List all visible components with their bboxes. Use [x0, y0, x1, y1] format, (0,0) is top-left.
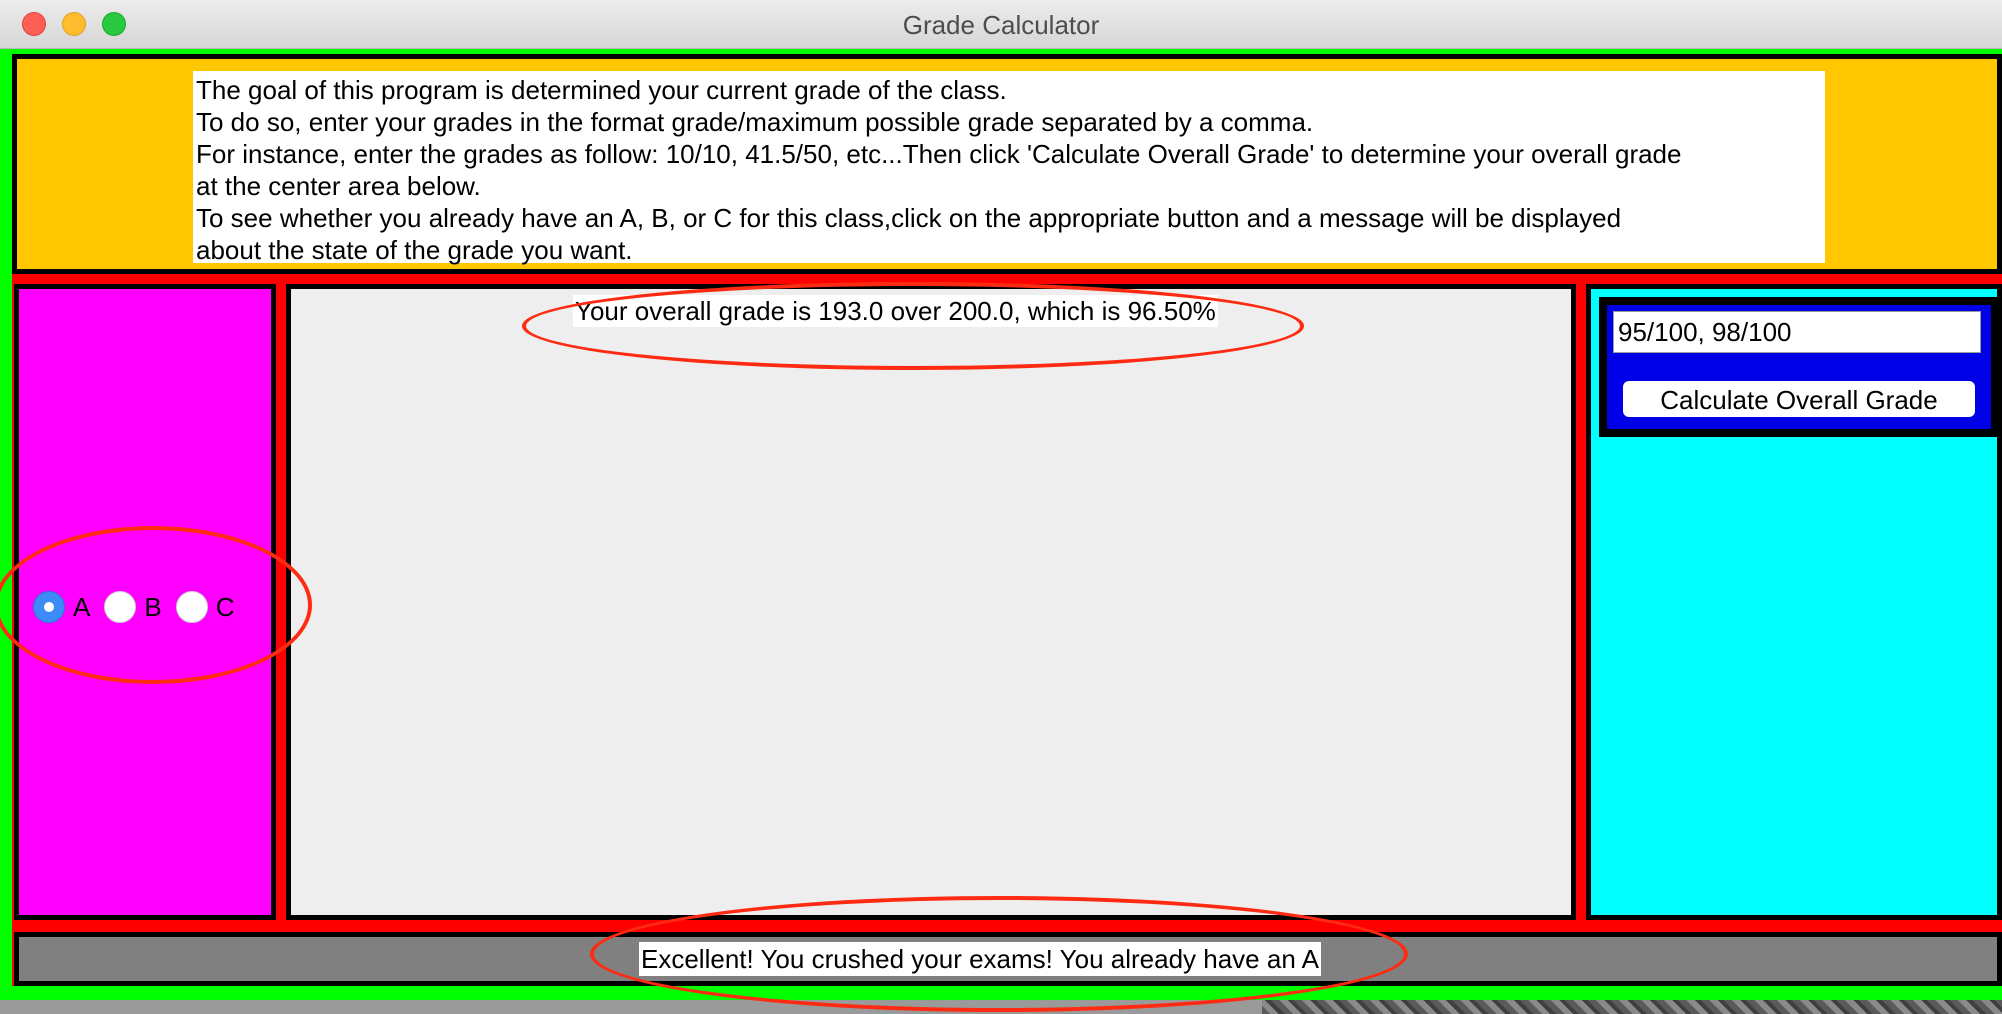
middle-section: A B C Your overall grade is 193.0 over 2…	[12, 274, 2002, 926]
input-panel-frame: Calculate Overall Grade	[1576, 284, 2002, 920]
status-bar: Excellent! You crushed your exams! You a…	[14, 932, 2002, 986]
window-title: Grade Calculator	[902, 10, 1100, 40]
grade-entry-box: Calculate Overall Grade	[1599, 297, 1999, 437]
instruction-line: about the state of the grade you want.	[196, 235, 633, 265]
radio-c[interactable]	[175, 591, 208, 623]
calculate-overall-grade-button[interactable]: Calculate Overall Grade	[1623, 381, 1975, 417]
grade-option-a[interactable]: A	[33, 591, 90, 623]
radio-b-label: B	[144, 591, 162, 622]
grade-option-b[interactable]: B	[104, 591, 162, 623]
instructions-text-area: The goal of this program is determined y…	[193, 71, 1825, 265]
grade-option-c[interactable]: C	[175, 591, 235, 623]
overall-grade-result: Your overall grade is 193.0 over 200.0, …	[573, 295, 1218, 327]
radio-b[interactable]	[104, 591, 137, 623]
instructions-panel: The goal of this program is determined y…	[12, 54, 2002, 274]
radio-a-label: A	[73, 591, 91, 622]
title-bar[interactable]: Grade Calculator	[0, 0, 2002, 49]
radio-c-label: C	[215, 591, 235, 622]
grade-options-panel: A B C	[14, 284, 276, 920]
result-panel: Your overall grade is 193.0 over 200.0, …	[286, 284, 1576, 920]
instruction-line: The goal of this program is determined y…	[196, 75, 1007, 105]
instruction-line: For instance, enter the grades as follow…	[196, 139, 1682, 169]
radio-a[interactable]	[33, 591, 65, 623]
grade-radio-group: A B C	[33, 589, 248, 625]
input-panel: Calculate Overall Grade	[1586, 284, 2002, 920]
status-section: Excellent! You crushed your exams! You a…	[12, 926, 2002, 986]
instruction-line: To do so, enter your grades in the forma…	[196, 107, 1314, 137]
instruction-line: at the center area below.	[196, 171, 481, 201]
instruction-line: To see whether you already have an A, B,…	[196, 203, 1622, 233]
grades-input[interactable]	[1613, 311, 1981, 353]
status-message: Excellent! You crushed your exams! You a…	[639, 942, 1321, 976]
app-window: Grade Calculator The goal of this progra…	[0, 0, 2002, 1000]
